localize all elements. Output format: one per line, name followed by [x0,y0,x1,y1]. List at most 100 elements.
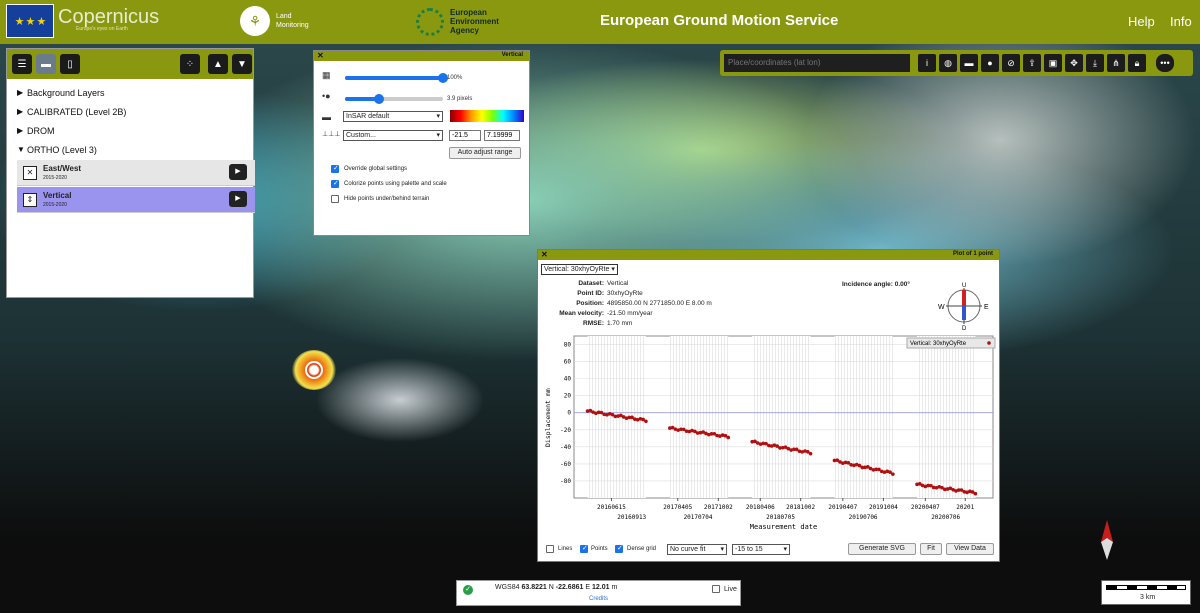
close-icon[interactable]: ✕ [317,51,324,61]
opacity-value: 100% [447,75,463,81]
fit-button[interactable]: Fit [920,543,942,555]
dense-grid-band [917,336,976,498]
coordinate-altitude-unit: m [611,584,618,591]
layer-group-drom[interactable]: ▶ DROM [7,121,253,140]
cube-icon: ✕ [23,166,37,180]
caret-down-icon: ▼ [17,145,25,154]
compass-w: W [938,304,945,311]
tree-icon[interactable]: ⋔ [1107,54,1125,72]
compass-u: U [962,283,966,289]
layer-name: Vertical [43,191,72,200]
x-tick-label-secondary: 20190706 [849,514,878,521]
layer-years: 2015-2020 [43,175,67,181]
palette-select-value: InSAR default [346,113,390,120]
network-icon[interactable]: ✥ [1065,54,1083,72]
share-icon[interactable]: ⇪ [1023,54,1041,72]
chevron-down-icon: ▾ [436,113,440,120]
hide-points-checkbox[interactable] [331,195,339,203]
data-point [644,419,648,424]
ruler-icon[interactable]: ▬ [960,54,978,72]
dense-grid-band [669,336,729,498]
layer-group-label: ORTHO (Level 3) [27,144,97,155]
y-tick-label: 80 [564,342,572,349]
north-arrow-icon[interactable] [1100,520,1114,560]
lock-icon[interactable]: 🔒︎ [1128,54,1146,72]
layer-group-ortho[interactable]: ▼ ORTHO (Level 3) [7,140,253,159]
point-size-value: 3.9 pixels [447,96,473,102]
y-tick-label: 60 [564,359,572,366]
auto-adjust-range-button[interactable]: Auto adjust range [449,147,521,159]
layer-group-calibrated[interactable]: ▶ CALIBRATED (Level 2B) [7,102,253,121]
credits-link[interactable]: Credits [589,596,608,602]
layers-panel: ☰ ▬ ▯ ⁘ ▲ ▼ ▶ Background Layers ▶ CALIBRAT… [6,48,255,298]
point-size-slider[interactable] [345,94,443,104]
compass-icon[interactable]: ⊘ [1002,54,1020,72]
help-link[interactable]: Help [1128,14,1155,29]
coordinate-altitude: 12.01 [591,584,610,591]
cube-icon: ⇕ [23,193,37,207]
points-checkbox[interactable] [580,544,588,553]
layers-toolbar: ☰ ▬ ▯ ⁘ ▲ ▼ [7,49,253,79]
generate-svg-button[interactable]: Generate SVG [848,543,916,555]
layer-years: 2015-2020 [43,202,67,208]
layer-group-label: DROM [27,125,55,136]
globe-icon[interactable]: ◍ [939,54,957,72]
sphere-icon[interactable]: ● [981,54,999,72]
map-selected-point-marker[interactable] [305,361,323,379]
layer-east-west[interactable]: ✕ East/West 2015-2020 ▶ [17,160,255,186]
eea-logo[interactable] [416,8,444,36]
menu-icon[interactable]: ☰ [12,54,32,74]
x-tick-label-secondary: 20160913 [617,514,646,521]
info-icon[interactable]: i [918,54,936,72]
range-min-input[interactable] [449,130,481,141]
view-data-button[interactable]: View Data [946,543,994,555]
lines-checkbox[interactable] [546,545,554,553]
layer-vertical[interactable]: ⇕ Vertical 2015-2020 ▶ [17,187,255,213]
place-search-input[interactable] [724,54,910,72]
north-arrow-tail [1101,538,1113,560]
range-mode-select[interactable]: Custom... ▾ [343,130,443,141]
point-id-value: 30xhyOyRte [607,290,643,297]
coordinate-longitude-direction: E [585,584,591,591]
cylinder-icon[interactable]: ▯ [60,54,80,74]
close-icon[interactable]: ✕ [541,250,548,260]
data-point [891,472,895,476]
curve-fit-select[interactable]: No curve fit ▾ [667,544,727,555]
more-icon[interactable]: ••• [1156,54,1174,72]
expand-icon[interactable]: ⁘ [180,54,200,74]
layer-style-dialog: ✕ Vertical ▦ 100% •● 3.9 pixels ▬ InSAR … [313,50,530,236]
colorize-points-checkbox[interactable] [331,179,339,188]
range-select[interactable]: -15 to 15 ▾ [732,544,790,555]
override-global-checkbox[interactable] [331,164,339,173]
download-icon[interactable]: ⤓ [1086,54,1104,72]
dense-grid-checkbox[interactable] [615,544,623,553]
x-axis-label: Measurement date [750,523,817,531]
layer-name: East/West [43,164,82,173]
play-icon[interactable]: ▶ [229,191,247,207]
y-tick-label: 0 [567,410,571,417]
opacity-slider[interactable] [345,73,448,83]
palette-icon: ▬ [322,112,331,122]
play-icon[interactable]: ▶ [229,164,247,180]
checkerboard-icon: ▦ [322,70,331,80]
copernicus-logo[interactable]: Copernicus Europe's eyes on Earth [58,6,159,32]
palette-select[interactable]: InSAR default ▾ [343,111,443,122]
info-link[interactable]: Info [1170,14,1192,29]
point-size-slider-knob[interactable] [374,94,385,104]
points-label: Points [591,546,608,552]
collapse-icon[interactable]: ▼ [232,54,252,74]
displacement-chart: 80 60 40 20 0 -20 -40 -60 -80 Displacement mm 2016… [544,335,996,531]
point-selector[interactable]: Vertical: 30xhyOyRte ▾ [541,264,618,275]
x-tick-label-secondary: 20170704 [684,514,713,521]
layers-icon[interactable]: ▬ [36,54,56,74]
compass-d: D [962,326,967,330]
layer-group-background[interactable]: ▶ Background Layers [7,83,253,102]
land-monitoring-logo[interactable]: ⚘ [240,6,270,36]
live-checkbox[interactable] [712,585,720,593]
colorize-points-label: Colorize points using palette and scale [344,181,447,187]
upload-icon[interactable]: ▲ [208,54,228,74]
3d-view-icon[interactable]: ▣ [1044,54,1062,72]
range-max-input[interactable] [484,130,520,141]
coordinates-readout: WGS84 63.8221 N -22.6861 E 12.01 m [495,584,617,591]
hide-points-label: Hide points under/behind terrain [344,196,430,202]
